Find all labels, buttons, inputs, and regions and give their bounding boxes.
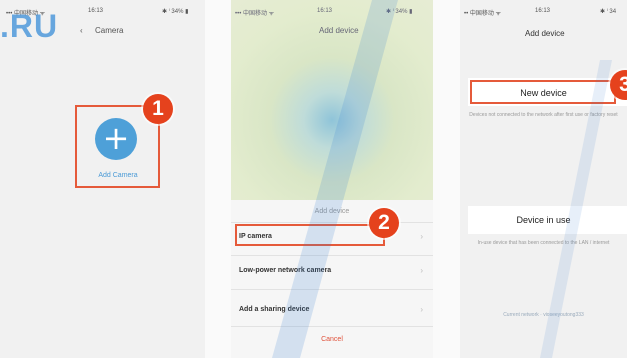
status-battery: ✱ ⁱ 34% ▮ — [162, 9, 189, 15]
divider — [231, 326, 433, 327]
phone-screen-device-type: •• 中国移动 ᯤ 16:13 ✱ ⁱ 34 Add device New de… — [460, 0, 627, 358]
device-in-use-button[interactable]: Device in use — [460, 215, 627, 225]
status-battery: ✱ ⁱ 34 — [600, 9, 617, 15]
divider — [231, 289, 433, 290]
chevron-right-icon: › — [420, 266, 423, 275]
status-battery: ✱ ⁱ 34% ▮ — [386, 9, 413, 15]
current-network-text: Current network · vioseeyoutong333 — [503, 312, 584, 318]
cancel-button[interactable]: Cancel — [231, 336, 433, 343]
back-icon[interactable]: ‹ — [80, 26, 83, 35]
page-title: Add device — [319, 26, 359, 35]
plus-icon: + — [102, 119, 130, 157]
new-device-button[interactable]: New device — [460, 88, 627, 98]
chevron-right-icon: › — [420, 232, 423, 241]
add-camera-label[interactable]: Add Camera — [78, 172, 158, 179]
divider — [231, 222, 433, 223]
status-carrier: •• 中国移动 ᯤ — [464, 11, 502, 17]
status-bar: •• 中国移动 ᯤ 16:13 ✱ ⁱ 34 — [460, 0, 627, 22]
highlight-box — [235, 224, 385, 246]
status-time: 16:13 — [317, 8, 333, 14]
page-title: Camera — [95, 26, 124, 35]
phone-screen-add-device-sheet: ••• 中国移动 ᯤ 16:13 ✱ ⁱ 34% ▮ Add device Ad… — [231, 0, 433, 358]
watermark-text: .RU — [0, 8, 59, 44]
new-device-hint: Devices not connected to the network aft… — [469, 112, 618, 118]
sheet-item-sharing-device[interactable]: Add a sharing device — [239, 306, 309, 313]
status-time: 16:13 — [535, 8, 551, 14]
page-title: Add device — [525, 29, 565, 38]
phone-screen-camera: ••• 中国移动 ᯤ 16:13 ✱ ⁱ 34% ▮ ‹ Camera + Ad… — [0, 0, 205, 358]
chevron-right-icon: › — [420, 305, 423, 314]
step-badge: 1 — [143, 94, 173, 124]
status-time: 16:13 — [88, 8, 104, 14]
status-bar: ••• 中国移动 ᯤ 16:13 ✱ ⁱ 34% ▮ — [231, 0, 433, 22]
step-badge: 2 — [369, 208, 399, 238]
device-in-use-hint: In-use device that has been connected to… — [477, 240, 610, 246]
sheet-item-low-power-camera[interactable]: Low-power network camera — [239, 267, 331, 274]
divider — [231, 255, 433, 256]
status-carrier: ••• 中国移动 ᯤ — [235, 11, 275, 17]
sheet-title: Add device — [314, 208, 350, 215]
add-camera-button[interactable]: + — [95, 118, 137, 160]
